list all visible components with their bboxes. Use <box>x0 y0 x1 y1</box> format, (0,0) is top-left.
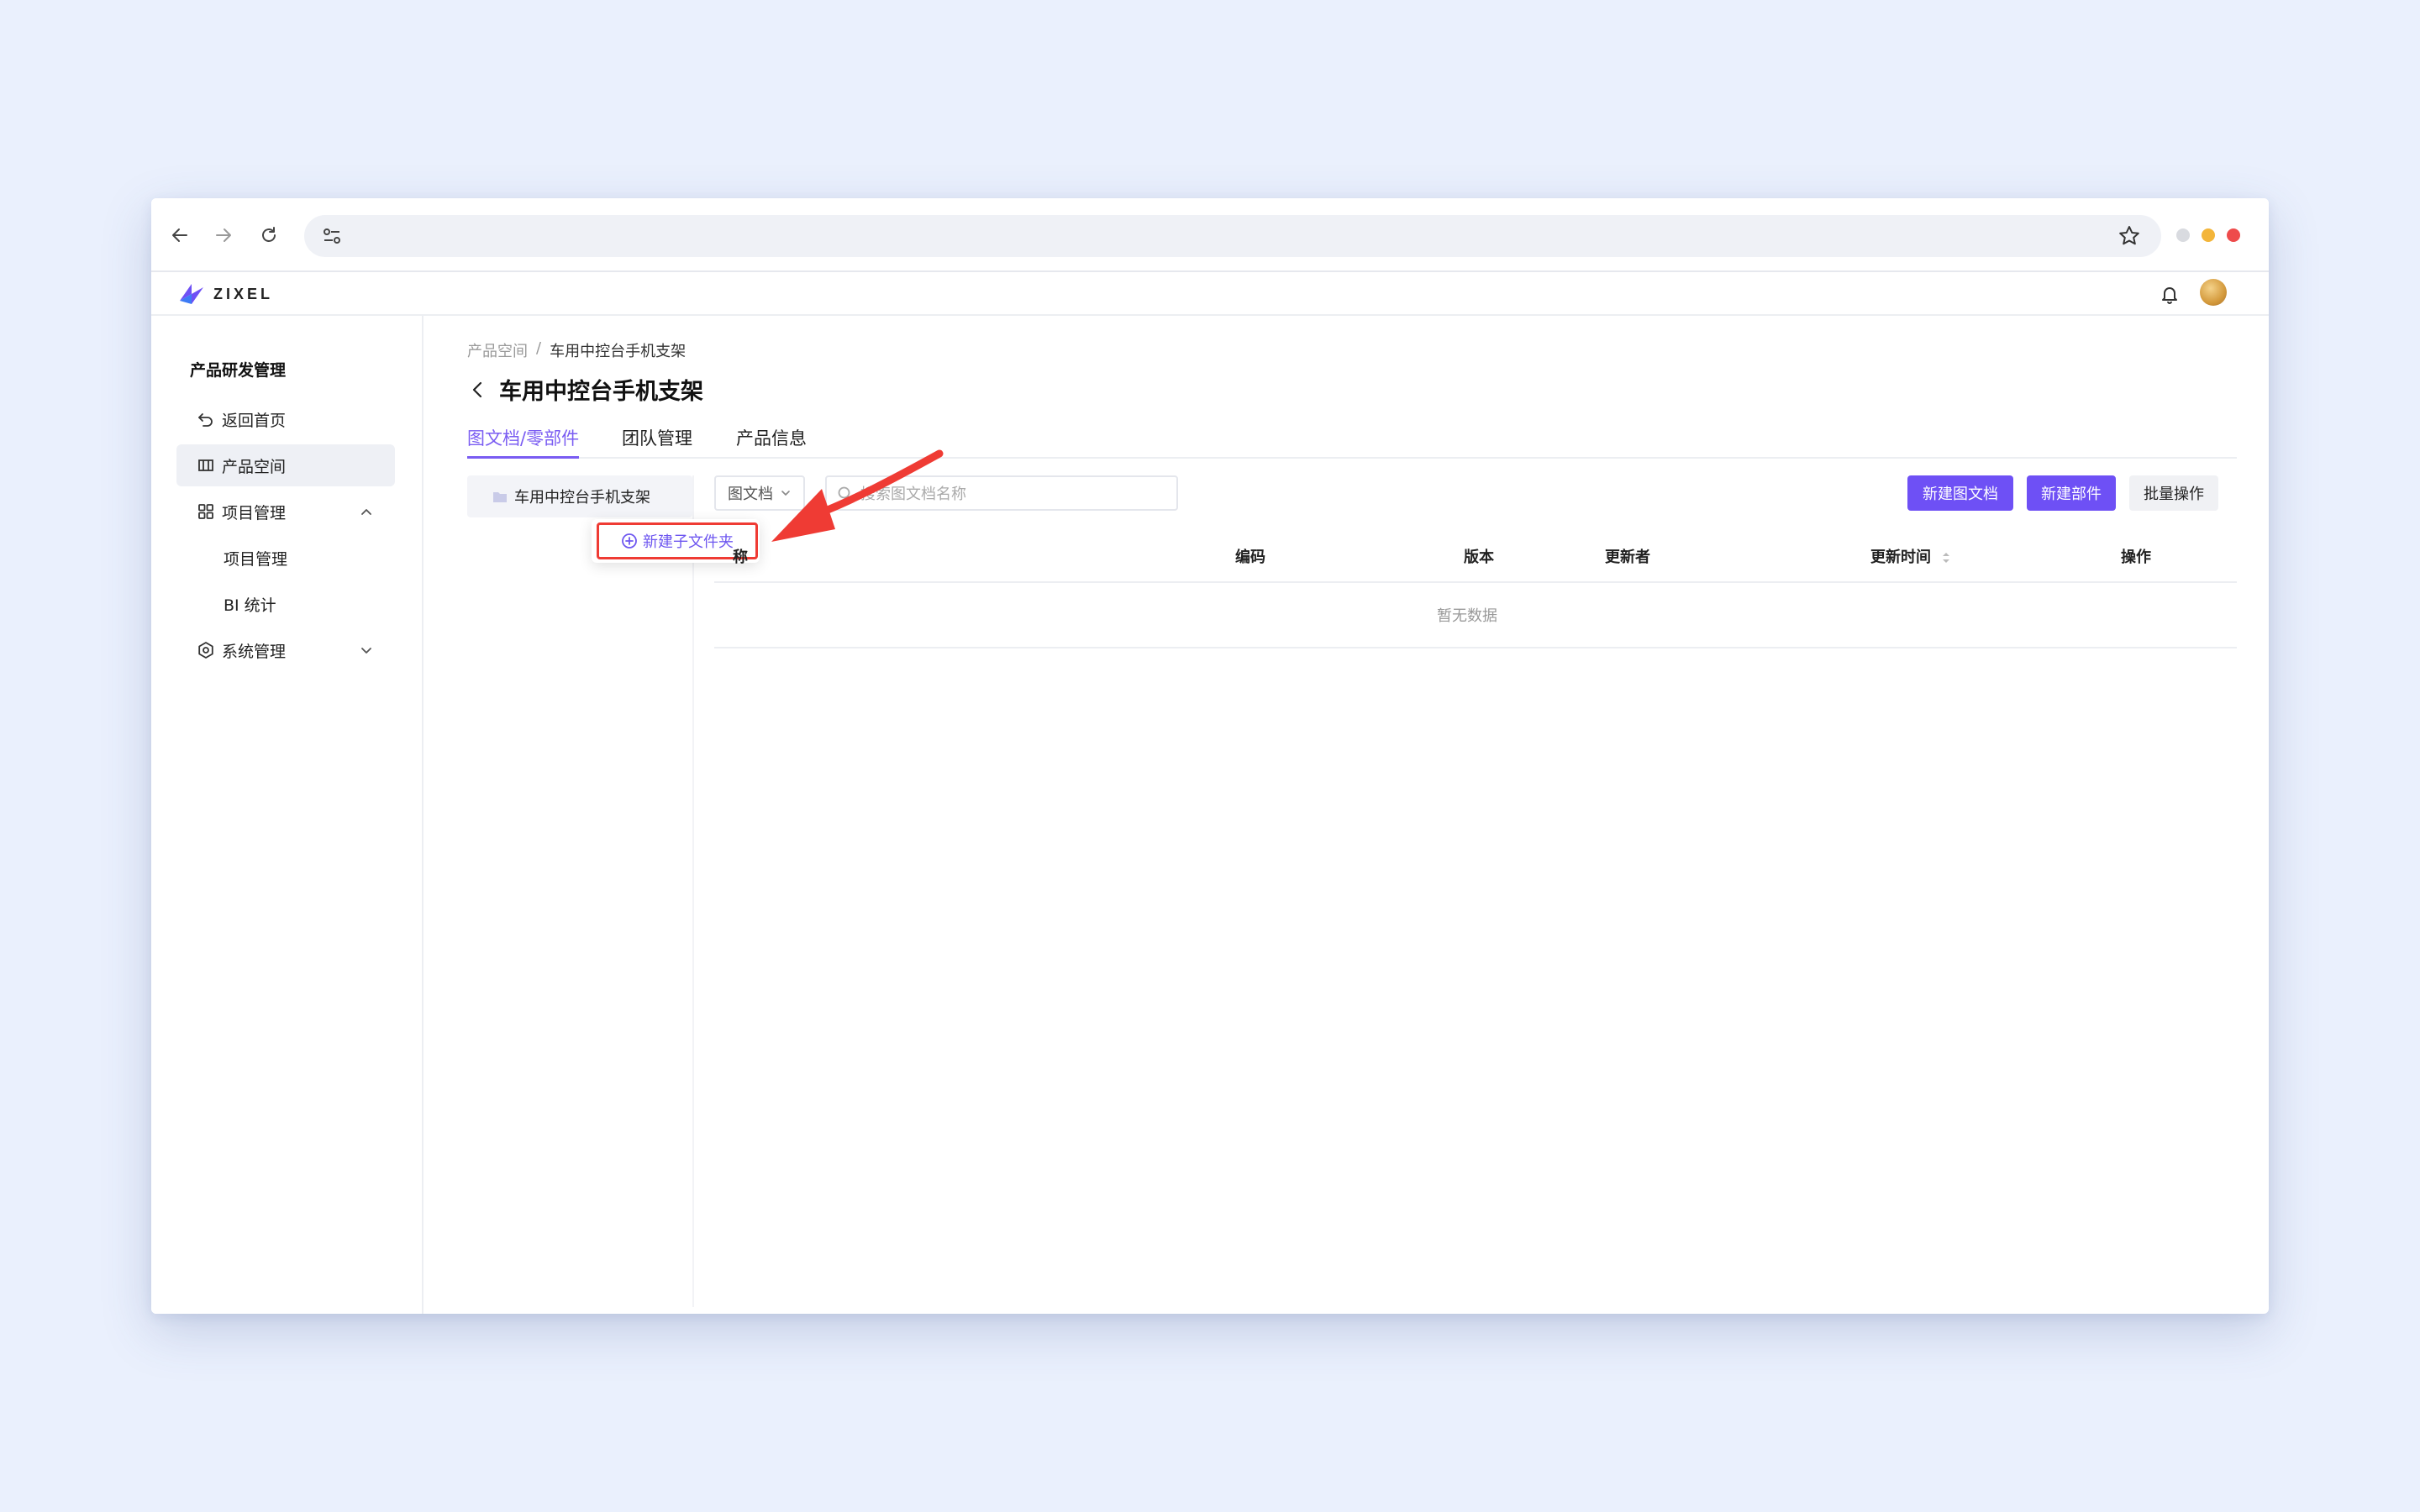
product-space-icon <box>198 459 213 471</box>
app-logo[interactable]: ZIXEL <box>176 277 273 311</box>
address-bar[interactable] <box>304 215 2161 257</box>
column-header-actions: 操作 <box>2121 549 2151 566</box>
sidebar-item-product-space[interactable]: 产品空间 <box>176 444 395 486</box>
column-header-updated-time[interactable]: 更新时间 <box>1870 545 1951 567</box>
bookmark-star-icon[interactable] <box>2116 223 2143 249</box>
sidebar-item-project-management[interactable]: 项目管理 <box>176 491 395 533</box>
window-control-maximize[interactable] <box>2202 228 2215 242</box>
sidebar-item-label: BI 统计 <box>224 596 276 615</box>
new-part-button[interactable]: 新建部件 <box>2027 475 2116 511</box>
return-icon <box>198 413 213 427</box>
reload-icon[interactable] <box>250 217 287 254</box>
sidebar-item-label: 项目管理 <box>224 549 288 569</box>
page-title-row: 车用中控台手机支架 <box>467 373 703 406</box>
tab-bar: 图文档/零部件 团队管理 产品信息 <box>467 425 2237 459</box>
search-placeholder: 搜索图文档名称 <box>860 486 966 503</box>
page-title: 车用中控台手机支架 <box>499 379 703 405</box>
sidebar-item-home[interactable]: 返回首页 <box>176 398 395 440</box>
notification-bell-icon[interactable] <box>2158 282 2181 306</box>
sidebar-item-label: 系统管理 <box>222 642 287 661</box>
column-header-version: 版本 <box>1464 549 1494 566</box>
empty-state-text: 暂无数据 <box>1437 607 1497 625</box>
column-header-code: 编码 <box>1235 549 1265 566</box>
window-control-close[interactable] <box>2227 228 2240 242</box>
breadcrumb-parent[interactable]: 产品空间 <box>467 339 528 361</box>
search-icon <box>838 486 853 501</box>
window-control-minimize[interactable] <box>2176 228 2190 242</box>
folder-label: 车用中控台手机支架 <box>514 489 650 507</box>
site-settings-icon[interactable] <box>319 223 345 249</box>
plus-circle-icon <box>622 533 637 549</box>
folder-icon <box>493 492 507 502</box>
app-header: ZIXEL <box>151 272 2269 316</box>
grid-icon <box>198 504 213 519</box>
new-subfolder-label: 新建子文件夹 <box>643 533 734 551</box>
settings-icon <box>198 642 213 659</box>
tab-documents-parts[interactable]: 图文档/零部件 <box>467 425 580 459</box>
search-input[interactable]: 搜索图文档名称 <box>825 475 1178 511</box>
browser-window: ZIXEL 产品研发管理 返回首页 产品空间 项目管理 项目管理 BI 统计 系… <box>151 198 2269 1314</box>
sidebar-item-system-management[interactable]: 系统管理 <box>176 629 395 671</box>
back-arrow-icon[interactable] <box>161 217 198 254</box>
table-bottom-divider <box>714 647 2237 648</box>
sidebar-subitem-bi-stats[interactable]: BI 统计 <box>176 583 395 625</box>
tab-team-management[interactable]: 团队管理 <box>622 425 692 459</box>
zixel-logo-icon <box>180 284 203 304</box>
sidebar-item-label: 项目管理 <box>222 503 287 522</box>
folder-tree-panel: 车用中控台手机支架 <box>467 475 694 1307</box>
sidebar-item-label: 产品空间 <box>222 457 287 476</box>
forward-arrow-icon[interactable] <box>205 217 242 254</box>
column-header-updater: 更新者 <box>1605 549 1650 566</box>
column-header-label: 更新时间 <box>1870 549 1931 566</box>
document-type-select[interactable]: 图文档 <box>714 475 805 511</box>
new-document-button[interactable]: 新建图文档 <box>1907 475 2013 511</box>
select-value: 图文档 <box>728 486 773 503</box>
breadcrumb: 产品空间 / 车用中控台手机支架 <box>467 339 686 361</box>
user-avatar[interactable] <box>2200 279 2227 306</box>
sidebar-title: 产品研发管理 <box>190 361 287 380</box>
back-chevron-icon[interactable] <box>467 379 489 401</box>
logo-text: ZIXEL <box>213 285 274 302</box>
chevron-up-icon <box>361 509 371 515</box>
chevron-down-icon <box>781 491 790 496</box>
folder-tree-root[interactable]: 车用中控台手机支架 <box>467 475 692 517</box>
sort-icon[interactable] <box>1941 550 1951 565</box>
sidebar-subitem-project-management[interactable]: 项目管理 <box>176 537 395 579</box>
sidebar-item-label: 返回首页 <box>222 411 287 430</box>
column-header-name: 称 <box>733 549 748 566</box>
batch-operation-button[interactable]: 批量操作 <box>2129 475 2218 511</box>
chevron-down-icon <box>361 648 371 654</box>
sidebar: 产品研发管理 返回首页 产品空间 项目管理 项目管理 BI 统计 系统管理 <box>151 316 424 1314</box>
table-header-divider <box>714 581 2237 583</box>
breadcrumb-separator: / <box>536 339 542 357</box>
breadcrumb-current: 车用中控台手机支架 <box>550 343 687 360</box>
browser-toolbar <box>151 198 2269 272</box>
tab-product-info[interactable]: 产品信息 <box>736 425 807 459</box>
